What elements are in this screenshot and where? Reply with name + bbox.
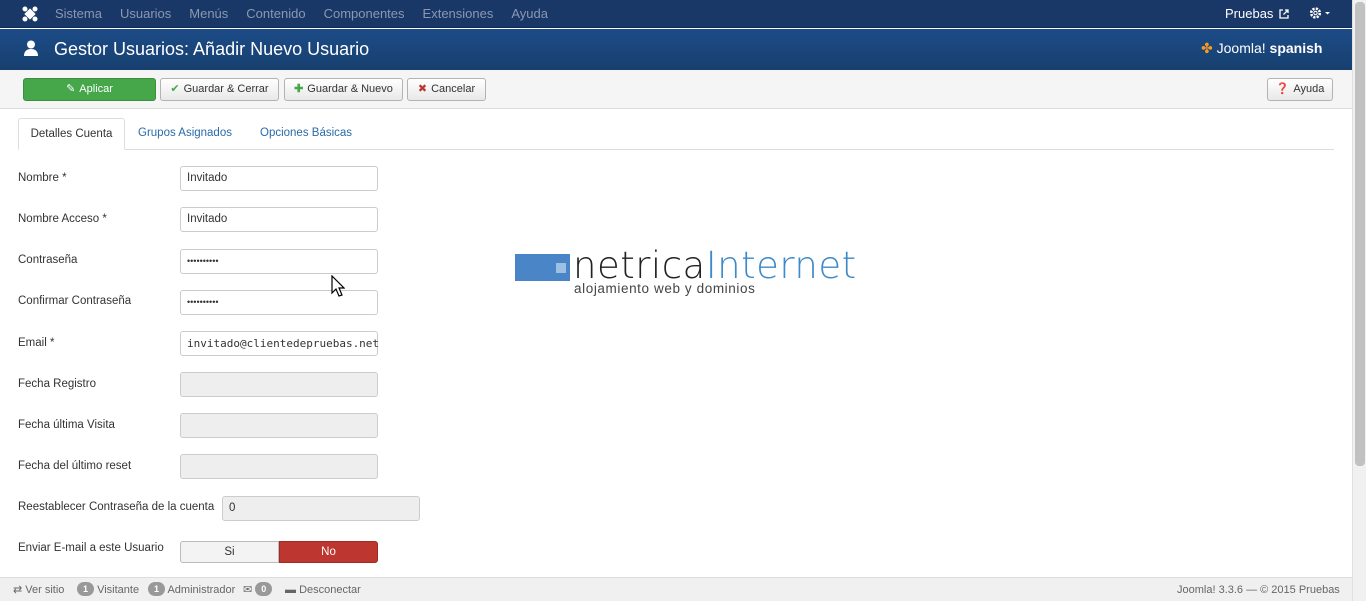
logo-brand: Joomla! [1216,40,1266,56]
menu-usuarios[interactable]: Usuarios [120,0,171,28]
save-close-label: Guardar & Cerrar [183,83,269,95]
page-header: Gestor Usuarios: Añadir Nuevo Usuario ✤ … [0,29,1352,70]
save-close-button[interactable]: ✔ Guardar & Cerrar [160,78,279,101]
scrollbar-thumb[interactable] [1355,2,1365,466]
email-label: Email * [18,337,55,349]
view-site-label: Ver sitio [25,584,65,596]
messages-status[interactable]: ✉ 0 [243,578,273,602]
tab-grupos-asignados[interactable]: Grupos Asignados [138,118,232,149]
admins-count-badge: 1 [148,582,166,596]
envelope-icon: ✉ [243,584,253,596]
site-link-label: Pruebas [1225,6,1274,21]
name-label: Nombre * [18,172,67,184]
view-site-link[interactable]: ⇄ Ver sitio [13,578,64,602]
email-input[interactable]: invitado@clientedepruebas.net [180,331,379,356]
visitors-count-badge: 1 [77,582,95,596]
version-info: Joomla! 3.3.6 — © 2015 Pruebas [1177,584,1340,596]
visitors-label: Visitante [97,584,140,596]
username-label: Nombre Acceso * [18,213,107,225]
username-input[interactable]: Invitado [180,207,378,232]
form-tabs: Detalles Cuenta Grupos Asignados Opcione… [18,118,1334,150]
last-reset-field [180,454,378,479]
minus-icon: ▬ [285,584,296,596]
mouse-cursor-icon [331,275,345,297]
help-label: Ayuda [1293,83,1325,95]
password-confirm-label: Confirmar Contraseña [18,295,132,307]
main-menu: Sistema Usuarios Menús Contenido Compone… [55,0,566,28]
netrica-logo-mark [515,254,570,281]
status-bar: ⇄ Ver sitio 1 Visitante 1 Administrador … [0,577,1352,601]
menu-sistema[interactable]: Sistema [55,0,102,28]
logo-suffix: spanish [1269,40,1323,56]
reset-count-label: Reestablecer Contraseña de la cuenta [18,501,215,513]
save-new-button[interactable]: ✚ Guardar & Nuevo [284,78,403,101]
joomla-spanish-logo: ✤ Joomla! spanish [1201,40,1322,57]
share-icon: ⇄ [13,584,23,596]
tab-detalles-cuenta[interactable]: Detalles Cuenta [18,118,125,150]
cancel-icon: ✖ [417,83,428,95]
menu-menus[interactable]: Menús [189,0,228,28]
menu-extensiones[interactable]: Extensiones [423,0,494,28]
user-icon [24,40,38,56]
top-navbar: Sistema Usuarios Menús Contenido Compone… [0,0,1352,28]
cancel-button[interactable]: ✖ Cancelar [407,78,486,101]
admins-label: Administrador [167,584,236,596]
last-reset-label: Fecha del último reset [18,460,132,472]
menu-componentes[interactable]: Componentes [324,0,405,28]
register-date-label: Fecha Registro [18,378,96,390]
messages-count-badge: 0 [255,582,273,596]
help-button[interactable]: ❓ Ayuda [1267,78,1333,101]
password-label: Contraseña [18,254,78,266]
site-link[interactable]: Pruebas [1225,0,1289,27]
password-confirm-input[interactable]: •••••••••• [180,290,378,315]
cancel-label: Cancelar [431,83,476,95]
joomla-logo-icon[interactable] [21,5,39,23]
apply-label: Aplicar [79,83,113,95]
reset-count-field: 0 [222,496,420,521]
menu-ayuda[interactable]: Ayuda [511,0,548,28]
question-circle-icon: ❓ [1275,83,1290,95]
plus-icon: ✚ [294,83,304,95]
send-email-yes[interactable]: Si [180,541,279,563]
send-email-no[interactable]: No [279,541,378,563]
logout-label: Desconectar [299,584,361,596]
visitors-status: 1 Visitante [77,578,139,602]
register-date-field [180,372,378,397]
toolbar: ✎ Aplicar ✔ Guardar & Cerrar ✚ Guardar & Nu… [0,70,1352,109]
save-new-label: Guardar & Nuevo [307,83,393,95]
apply-button[interactable]: ✎ Aplicar [23,78,156,101]
send-email-toggle: Si No [180,541,378,563]
tab-opciones-basicas[interactable]: Opciones Básicas [260,118,352,149]
name-input[interactable]: Invitado [180,166,378,191]
last-visit-label: Fecha última Visita [18,419,115,431]
logout-link[interactable]: ▬ Desconectar [285,578,361,602]
joomla-flame-icon: ✤ [1201,40,1213,56]
page-scrollbar[interactable] [1352,0,1366,601]
page-title: Gestor Usuarios: Añadir Nuevo Usuario [54,39,370,59]
settings-menu[interactable] [1309,6,1333,23]
last-visit-field [180,413,378,438]
menu-contenido[interactable]: Contenido [246,0,305,28]
edit-icon: ✎ [66,83,76,95]
gear-icon [1309,7,1330,19]
send-email-label: Enviar E-mail a este Usuario [18,542,164,554]
netrica-tagline: alojamiento web y dominios [574,281,756,296]
external-link-icon [1279,9,1289,19]
password-input[interactable]: •••••••••• [180,249,378,274]
checkmark-icon: ✔ [170,83,180,95]
admins-status: 1 Administrador [148,578,235,602]
